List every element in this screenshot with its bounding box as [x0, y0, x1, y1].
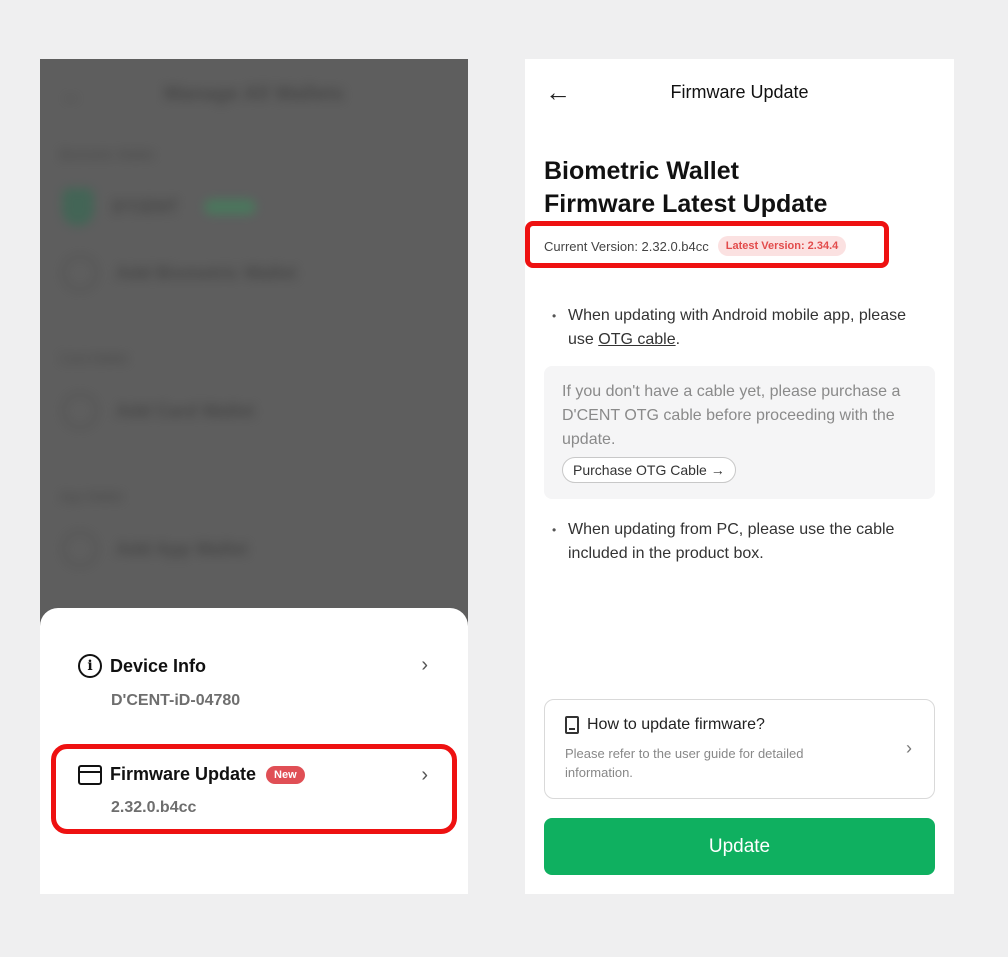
background-wallet-row: D'CENT: [62, 187, 446, 227]
background-add-biometric: Add Biometric Wallet: [116, 262, 297, 283]
background-add-card-row: Add Card Wallet: [62, 391, 446, 431]
bullet-pc: • When updating from PC, please use the …: [552, 518, 930, 566]
update-button[interactable]: Update: [544, 818, 935, 875]
info-icon: i: [78, 654, 102, 678]
background-wallet-name: D'CENT: [112, 196, 179, 217]
page-header-title: Firmware Update: [670, 82, 809, 102]
title-line-2: Firmware Latest Update: [544, 190, 828, 218]
wallet-shield-icon: [62, 188, 94, 226]
firmware-guide-card[interactable]: How to update firmware? Please refer to …: [544, 699, 935, 799]
guide-text: Please refer to the user guide for detai…: [565, 746, 804, 780]
bullet-dot: •: [552, 523, 557, 537]
plus-icon: [62, 531, 98, 567]
chevron-right-icon: ›: [421, 654, 428, 676]
title-line-1: Biometric Wallet: [544, 157, 739, 185]
bullet-dot: •: [552, 309, 557, 323]
highlight-box: [51, 744, 457, 834]
book-icon: [565, 716, 579, 734]
background-add-app-row: Add App Wallet: [62, 529, 446, 569]
purchase-otg-cable-button[interactable]: Purchase OTG Cable →: [562, 457, 736, 483]
bullet-pc-text: When updating from PC, please use the ca…: [568, 521, 895, 562]
background-section-biometric: Biometric Wallet: [60, 147, 154, 162]
bullet-android: • When updating with Android mobile app,…: [552, 304, 930, 352]
chevron-right-icon: ›: [906, 738, 912, 758]
background-add-card: Add Card Wallet: [116, 400, 255, 421]
background-section-card: Card Wallet: [60, 351, 128, 366]
plus-icon: [62, 393, 98, 429]
background-section-app: App Wallet: [60, 489, 123, 504]
page-title: Biometric Wallet Firmware Latest Update: [544, 155, 827, 221]
left-phone-screen: ← Manage All Wallets Biometric Wallet D'…: [40, 59, 468, 894]
otg-cable-link[interactable]: OTG cable: [598, 331, 675, 348]
device-info-row[interactable]: i Device Info D'CENT-iD-04780 ›: [78, 654, 428, 710]
guide-title: How to update firmware?: [587, 716, 765, 733]
plus-icon: [62, 255, 98, 291]
background-title: Manage All Wallets: [164, 83, 344, 105]
device-info-label: Device Info: [110, 655, 207, 676]
background-add-biometric-row: Add Biometric Wallet: [62, 253, 446, 293]
device-info-value: D'CENT-iD-04780: [111, 692, 241, 709]
highlight-box: [525, 221, 889, 268]
background-wallet-badge: [204, 199, 257, 215]
right-phone-screen: ← Firmware Update Biometric Wallet Firmw…: [525, 59, 954, 894]
bullet-android-suffix: .: [675, 331, 681, 348]
background-add-app: Add App Wallet: [116, 538, 248, 559]
bottom-sheet: i Device Info D'CENT-iD-04780 › Firmware…: [40, 608, 468, 894]
cable-note-box: If you don't have a cable yet, please pu…: [544, 366, 935, 499]
cable-note-text: If you don't have a cable yet, please pu…: [562, 383, 901, 448]
